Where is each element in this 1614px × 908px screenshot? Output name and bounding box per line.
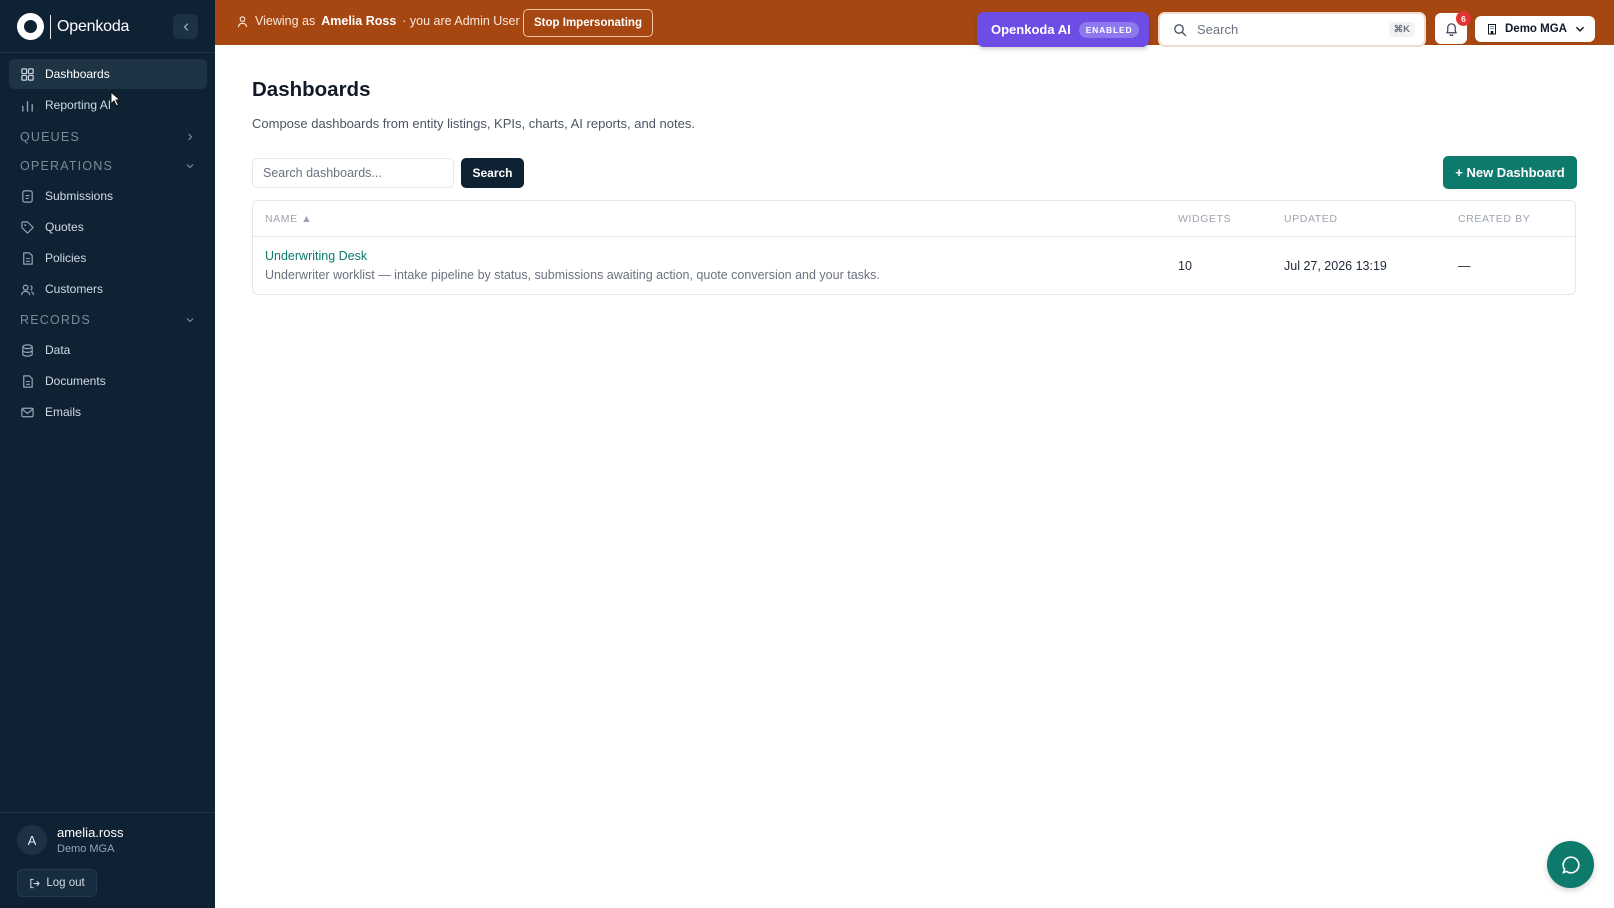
chat-bubble-icon — [1561, 855, 1580, 874]
updated-date: Jul 27, 2026 13:19 — [1284, 259, 1387, 273]
file-icon — [22, 189, 33, 203]
global-search-placeholder: Search — [1197, 22, 1239, 37]
dashboard-search-input[interactable] — [252, 158, 454, 188]
sidebar-item-emails[interactable]: Emails — [9, 397, 207, 427]
sidebar-item-dashboards[interactable]: Dashboards — [9, 59, 207, 89]
new-dashboard-button[interactable]: + New Dashboard — [1443, 156, 1577, 189]
sidebar-item-quotes[interactable]: Quotes — [9, 212, 207, 242]
sidebar-divider — [0, 812, 215, 813]
column-header-name[interactable]: NAME ▲ — [265, 213, 312, 225]
sidebar-item-submissions[interactable]: Submissions — [9, 181, 207, 211]
chevron-down-icon — [186, 318, 194, 323]
dashboards-table: NAME ▲ WIDGETS UPDATED CREATED BY Underw… — [252, 200, 1576, 295]
sidebar-item-reporting-ai[interactable]: Reporting AI — [9, 90, 207, 120]
ai-status-badge: ENABLED — [1078, 21, 1140, 38]
sidebar-item-label: Customers — [45, 282, 104, 296]
search-icon — [1174, 23, 1187, 36]
sidebar-item-data[interactable]: Data — [9, 335, 207, 365]
column-header-widgets: WIDGETS — [1178, 213, 1232, 225]
table-header: NAME ▲ WIDGETS UPDATED CREATED BY — [253, 201, 1575, 237]
grid-icon — [21, 67, 34, 81]
openkoda-ai-button[interactable]: Openkoda AI ENABLED — [977, 12, 1149, 47]
openkoda-logo-icon — [17, 13, 44, 40]
chevron-left-icon — [183, 22, 188, 31]
notification-count-badge: 6 — [1456, 11, 1471, 26]
sidebar-item-customers[interactable]: Customers — [9, 274, 207, 304]
collapse-sidebar-button[interactable] — [173, 14, 198, 39]
sidebar-item-documents[interactable]: Documents — [9, 366, 207, 396]
dashboard-description: Underwriter worklist — intake pipeline b… — [265, 268, 880, 282]
chevron-right-icon — [188, 133, 193, 141]
user-profile[interactable]: A amelia.ross Demo MGA — [17, 825, 123, 855]
user-icon — [237, 15, 248, 27]
page-title: Dashboards — [252, 78, 371, 101]
sidebar-item-policies[interactable]: Policies — [9, 243, 207, 273]
section-queues-toggle[interactable]: QUEUES — [20, 130, 195, 144]
viewing-suffix: · you are Admin User — [402, 14, 520, 28]
sidebar-item-label: Data — [45, 343, 71, 357]
logout-button[interactable]: Log out — [17, 869, 97, 897]
building-icon — [1488, 24, 1496, 35]
sidebar-divider — [0, 52, 215, 53]
users-icon — [20, 284, 35, 295]
column-header-created-by: CREATED BY — [1458, 213, 1531, 225]
chat-button[interactable] — [1547, 841, 1594, 888]
avatar: A — [17, 825, 47, 855]
section-label: RECORDS — [20, 313, 91, 327]
ai-label: Openkoda AI — [991, 22, 1071, 37]
bar-chart-icon — [22, 100, 33, 112]
column-header-updated: UPDATED — [1284, 213, 1338, 225]
global-search[interactable]: Search ⌘K — [1158, 12, 1426, 47]
impersonation-banner: Viewing as Amelia Ross · you are Admin U… — [236, 14, 520, 28]
sidebar-item-label: Documents — [45, 374, 106, 388]
sidebar-item-label: Quotes — [45, 220, 84, 234]
document-icon — [23, 251, 33, 265]
impersonated-user-name: Amelia Ross — [321, 14, 397, 28]
brand[interactable]: Openkoda — [17, 13, 129, 40]
database-icon — [22, 343, 33, 357]
logout-label: Log out — [46, 877, 85, 889]
section-records-toggle[interactable]: RECORDS — [20, 313, 195, 327]
bell-icon — [1445, 23, 1457, 36]
page-subtitle: Compose dashboards from entity listings,… — [252, 116, 695, 131]
sidebar: Openkoda Dashboards Reporting AI QUEUES … — [0, 0, 215, 908]
mouse-cursor-icon — [110, 91, 122, 107]
document-icon — [23, 374, 33, 388]
section-label: QUEUES — [20, 130, 80, 144]
table-row[interactable]: Underwriting Desk Underwriter worklist —… — [253, 237, 1575, 294]
section-operations-toggle[interactable]: OPERATIONS — [20, 159, 195, 173]
viewing-prefix: Viewing as — [255, 14, 316, 28]
chevron-down-icon — [1575, 26, 1585, 32]
sidebar-item-label: Submissions — [45, 189, 114, 203]
organization-name: Demo MGA — [1505, 23, 1567, 35]
stop-impersonating-button[interactable]: Stop Impersonating — [523, 9, 653, 37]
sidebar-item-label: Reporting AI — [45, 98, 112, 112]
brand-divider — [50, 14, 51, 39]
user-name: amelia.ross — [57, 825, 124, 840]
organization-switcher[interactable]: Demo MGA — [1475, 16, 1595, 42]
search-shortcut: ⌘K — [1388, 22, 1415, 37]
section-label: OPERATIONS — [20, 159, 114, 173]
created-by: — — [1458, 259, 1471, 273]
dashboard-link[interactable]: Underwriting Desk — [265, 249, 367, 263]
user-org: Demo MGA — [57, 843, 115, 855]
chevron-down-icon — [186, 164, 194, 169]
tag-icon — [21, 220, 34, 234]
sidebar-item-label: Emails — [45, 405, 82, 419]
mail-icon — [21, 407, 34, 417]
widgets-count: 10 — [1178, 259, 1192, 273]
brand-name: Openkoda — [57, 17, 130, 35]
sidebar-item-label: Dashboards — [45, 67, 110, 81]
logout-icon — [30, 878, 41, 888]
sidebar-item-label: Policies — [45, 251, 87, 265]
dashboard-search-button[interactable]: Search — [461, 158, 524, 188]
